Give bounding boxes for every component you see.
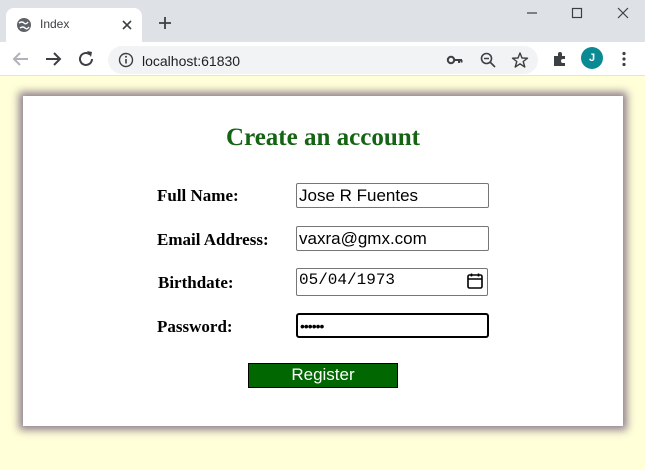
browser-tab-bar: Index (0, 0, 645, 42)
forward-icon[interactable] (42, 48, 64, 70)
close-window-icon[interactable] (611, 4, 635, 24)
password-input[interactable]: •••••• (296, 313, 489, 338)
key-icon[interactable] (446, 51, 464, 69)
star-icon[interactable] (511, 51, 529, 69)
plus-icon[interactable] (156, 14, 174, 32)
calendar-icon[interactable] (466, 272, 484, 290)
birthdate-value: 05/04/1973 (299, 271, 396, 289)
address-url[interactable]: localhost:61830 (142, 53, 240, 69)
close-icon[interactable] (119, 17, 135, 33)
maximize-icon[interactable] (565, 4, 589, 24)
back-icon[interactable] (10, 48, 32, 70)
page-title: Create an account (226, 124, 420, 151)
full-name-label: Full Name: (157, 186, 239, 205)
reload-icon[interactable] (75, 48, 97, 70)
full-name-input[interactable] (296, 183, 489, 208)
password-value: •••••• (300, 318, 324, 334)
birthdate-label: Birthdate: (158, 273, 234, 292)
browser-tab[interactable]: Index (6, 8, 142, 42)
birthdate-input[interactable]: 05/04/1973 (296, 268, 488, 296)
register-button[interactable]: Register (248, 363, 398, 388)
info-icon[interactable] (118, 52, 134, 68)
profile-avatar[interactable]: J (581, 47, 603, 69)
globe-icon (16, 17, 32, 33)
address-bar[interactable]: localhost:61830 (108, 46, 538, 74)
email-input[interactable] (296, 226, 489, 251)
kebab-menu-icon[interactable] (615, 50, 633, 68)
password-label: Password: (157, 317, 233, 336)
browser-toolbar: localhost:61830 J (0, 42, 645, 76)
zoom-out-icon[interactable] (479, 51, 497, 69)
extensions-icon[interactable] (551, 50, 569, 68)
tab-title: Index (40, 17, 70, 31)
registration-card: Create an account Full Name: Email Addre… (23, 96, 623, 426)
email-label: Email Address: (157, 230, 269, 249)
minimize-icon[interactable] (520, 4, 544, 24)
